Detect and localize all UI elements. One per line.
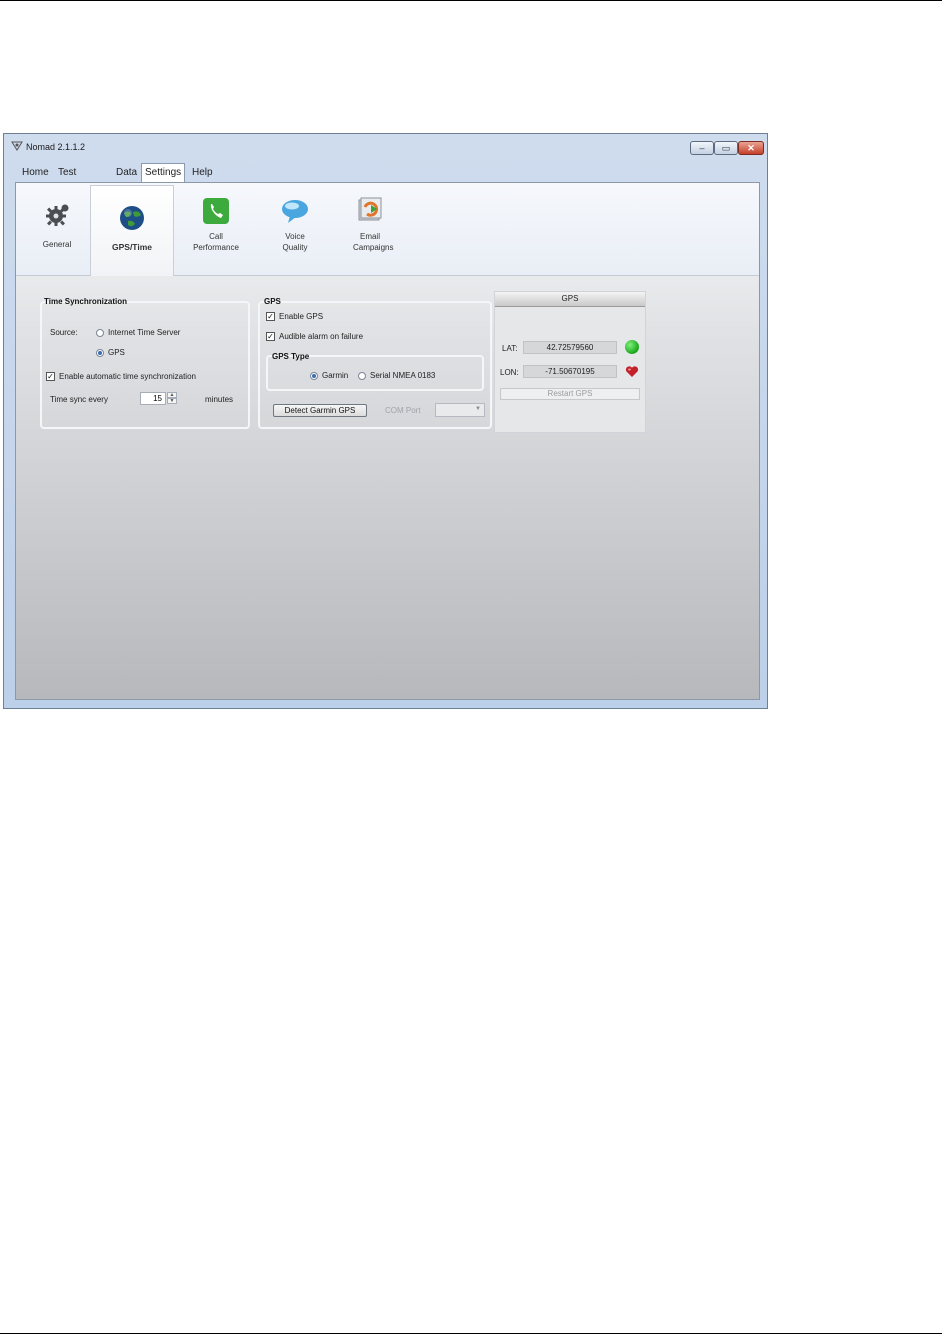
menu-data[interactable]: Data xyxy=(113,164,140,182)
menu-settings[interactable]: Settings xyxy=(141,163,186,182)
heartbeat-heart-icon xyxy=(625,366,639,377)
gps-status-panel: GPS LAT: 42.72579560 LON: -71.50670195 R… xyxy=(494,291,646,433)
tab-voice-quality-label: Voice Quality xyxy=(282,232,308,252)
tab-email-campaigns[interactable]: Email Campaigns xyxy=(329,187,411,273)
page-top-rule xyxy=(0,0,942,1)
tab-voice-quality[interactable]: Voice Quality xyxy=(254,187,336,273)
restart-gps-button[interactable]: Restart GPS xyxy=(500,388,640,400)
window-title: Nomad 2.1.1.2 xyxy=(26,142,86,152)
minimize-button[interactable]: – xyxy=(690,141,714,155)
auto-sync-label: Enable automatic time synchronization xyxy=(59,372,196,381)
sync-every-label: Time sync every xyxy=(50,395,108,404)
audible-alarm-label: Audible alarm on failure xyxy=(279,332,364,341)
time-sync-group xyxy=(40,301,250,429)
gear-icon xyxy=(46,204,69,226)
source-gps-label: GPS xyxy=(108,348,125,357)
time-sync-title: Time Synchronization xyxy=(44,297,127,306)
gps-type-nmea-label: Serial NMEA 0183 xyxy=(370,371,436,380)
sync-unit-label: minutes xyxy=(205,395,234,404)
tab-call-performance[interactable]: Call Performance xyxy=(175,187,257,273)
stepper-down-icon[interactable]: ▼ xyxy=(167,398,177,404)
minimize-icon: – xyxy=(699,143,705,153)
source-internet-radio[interactable] xyxy=(96,329,104,337)
lon-label: LON: xyxy=(500,368,519,377)
gps-type-garmin-radio[interactable] xyxy=(310,372,318,380)
lat-value: 42.72579560 xyxy=(523,341,617,354)
gps-status-header: GPS xyxy=(495,292,645,307)
sync-interval-stepper[interactable]: ▲ ▼ xyxy=(167,392,177,405)
app-window: Nomad 2.1.1.2 – ▭ ✕ Home Test Setup Data… xyxy=(3,133,768,709)
maximize-button[interactable]: ▭ xyxy=(714,141,738,155)
close-icon: ✕ xyxy=(747,143,755,153)
source-gps-radio[interactable] xyxy=(96,349,104,357)
close-button[interactable]: ✕ xyxy=(738,141,764,155)
enable-gps-checkbox[interactable]: ✓ xyxy=(266,312,275,321)
tab-gps-time-label: GPS/Time xyxy=(112,242,152,252)
menu-help[interactable]: Help xyxy=(189,164,216,182)
gps-settings-title: GPS xyxy=(264,297,281,306)
gps-type-title: GPS Type xyxy=(272,352,310,361)
gps-type-nmea-radio[interactable] xyxy=(358,372,366,380)
menu-home[interactable]: Home xyxy=(19,164,52,182)
tab-call-performance-label: Call Performance xyxy=(193,232,239,252)
source-label: Source: xyxy=(50,328,78,337)
enable-gps-label: Enable GPS xyxy=(279,312,324,321)
sync-interval-input[interactable]: 15 xyxy=(140,392,166,405)
speech-bubble-icon xyxy=(282,200,308,223)
page-bottom-rule xyxy=(0,1333,942,1334)
title-bar[interactable]: Nomad 2.1.1.2 – ▭ ✕ xyxy=(4,134,767,162)
source-internet-label: Internet Time Server xyxy=(108,328,181,337)
lon-value: -71.50670195 xyxy=(523,365,617,378)
tab-general[interactable]: General xyxy=(16,187,98,273)
globe-icon xyxy=(120,206,144,230)
gps-fix-ok-icon xyxy=(625,340,639,354)
tab-gps-time[interactable]: GPS/Time xyxy=(90,185,174,276)
audible-alarm-checkbox[interactable]: ✓ xyxy=(266,332,275,341)
tab-general-label: General xyxy=(42,240,72,249)
gps-type-garmin-label: Garmin xyxy=(322,371,349,380)
auto-sync-checkbox[interactable]: ✓ xyxy=(46,372,55,381)
tab-email-campaigns-label: Email Campaigns xyxy=(353,232,394,252)
settings-panel: General GPS/Time Call Performance Voice … xyxy=(15,182,760,700)
phone-icon xyxy=(203,198,229,224)
lat-label: LAT: xyxy=(502,344,518,353)
settings-ribbon: General GPS/Time Call Performance Voice … xyxy=(16,183,759,276)
maximize-icon: ▭ xyxy=(721,143,731,153)
chevron-down-icon: ▼ xyxy=(475,406,481,412)
app-icon xyxy=(11,141,23,151)
com-port-select[interactable]: ▼ xyxy=(435,403,485,417)
detect-garmin-button[interactable]: Detect Garmin GPS xyxy=(273,404,367,417)
com-port-label: COM Port xyxy=(385,406,421,415)
email-campaign-icon xyxy=(358,197,382,221)
